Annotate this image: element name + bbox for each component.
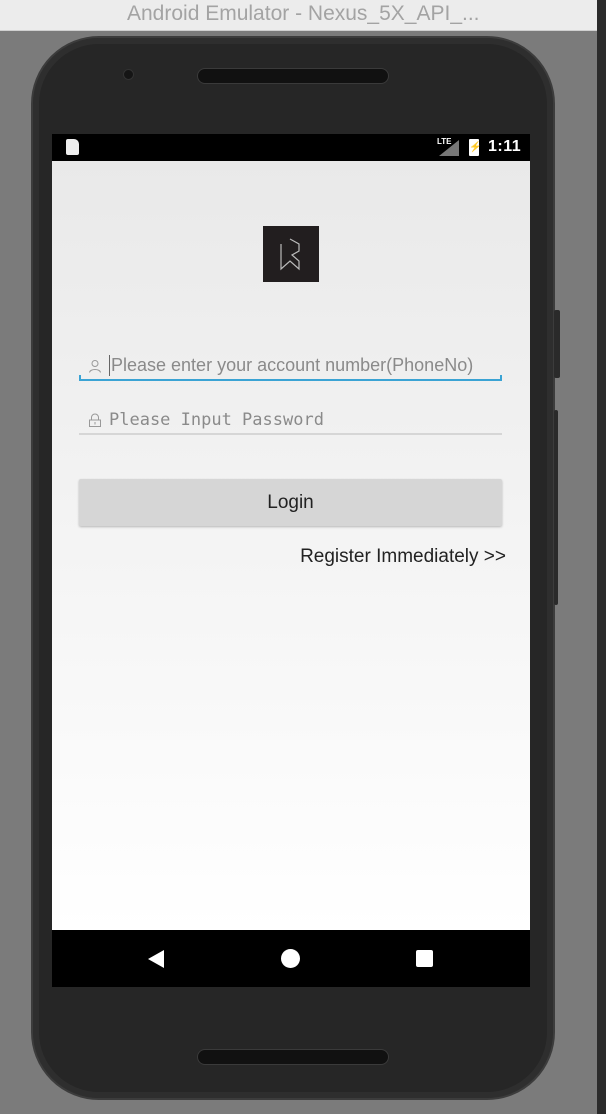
network-type: LTE: [437, 137, 452, 146]
register-link[interactable]: Register Immediately >>: [300, 546, 506, 568]
app-logo: [263, 226, 319, 282]
side-panel: [597, 0, 606, 1114]
account-placeholder: Please enter your account number(PhoneNo…: [109, 355, 474, 376]
device-screen: LTE ⚡ 1:11 Please enter your account num…: [52, 134, 530, 987]
back-icon[interactable]: [148, 950, 164, 968]
front-camera: [123, 69, 134, 80]
sd-card-icon: [66, 139, 79, 155]
home-icon[interactable]: [281, 949, 300, 968]
lock-icon: [89, 413, 101, 427]
status-bar: LTE ⚡ 1:11: [52, 134, 530, 161]
emulator-title-bar: Android Emulator - Nexus_5X_API_...: [0, 0, 597, 31]
login-screen: Please enter your account number(PhoneNo…: [52, 161, 530, 930]
recents-icon[interactable]: [416, 950, 433, 967]
password-input[interactable]: Please Input Password: [79, 405, 502, 435]
volume-button[interactable]: [554, 410, 558, 605]
window-title: Android Emulator - Nexus_5X_API_...: [127, 2, 480, 25]
clock: 1:11: [488, 138, 522, 155]
login-button[interactable]: Login: [79, 479, 502, 526]
top-speaker: [197, 68, 389, 84]
account-input[interactable]: Please enter your account number(PhoneNo…: [79, 351, 502, 381]
power-button[interactable]: [554, 310, 560, 378]
battery-charging-icon: ⚡: [469, 139, 481, 156]
user-icon: [89, 360, 101, 373]
navigation-bar: [52, 930, 530, 987]
bottom-speaker: [197, 1049, 389, 1065]
password-placeholder: Please Input Password: [109, 410, 324, 430]
